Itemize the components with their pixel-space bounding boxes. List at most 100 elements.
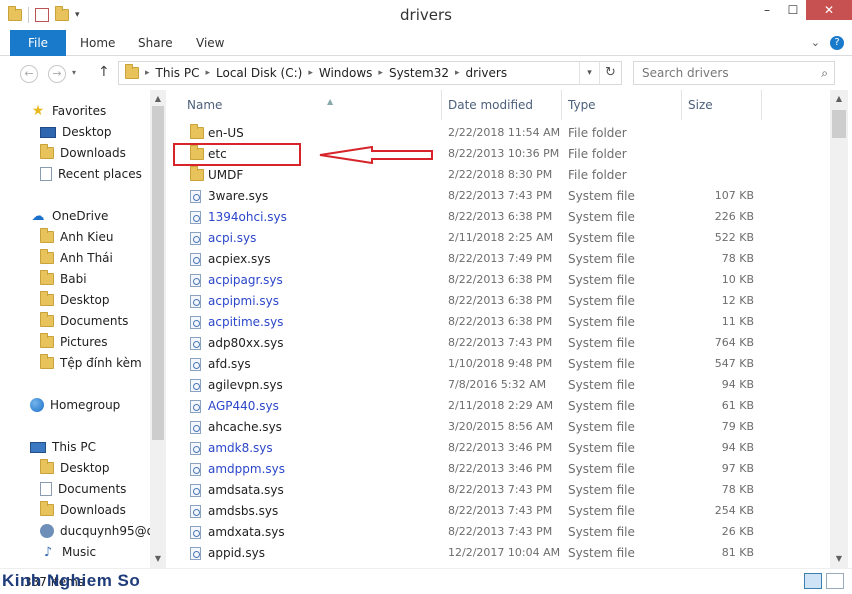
folder-icon bbox=[40, 312, 54, 327]
breadcrumb-system32[interactable]: System32 bbox=[389, 66, 449, 80]
scroll-up-icon[interactable]: ▲ bbox=[150, 94, 166, 103]
recent-locations-icon[interactable]: ▾ bbox=[72, 68, 76, 77]
column-divider[interactable] bbox=[561, 90, 562, 120]
tab-file[interactable]: File bbox=[10, 30, 66, 56]
chevron-down-icon[interactable]: ▾ bbox=[579, 62, 599, 84]
system-file-icon bbox=[190, 463, 201, 476]
table-row[interactable]: agilevpn.sys 7/8/2016 5:32 AM System file 9… bbox=[166, 375, 830, 396]
scroll-thumb[interactable] bbox=[832, 110, 846, 138]
details-view-button[interactable] bbox=[804, 573, 822, 589]
nav-thispc-desktop[interactable]: Desktop bbox=[40, 458, 110, 478]
table-row[interactable]: amdxata.sys 8/22/2013 7:43 PM System file 2… bbox=[166, 522, 830, 543]
column-divider[interactable] bbox=[761, 90, 762, 120]
file-name: 3ware.sys bbox=[208, 189, 269, 203]
tab-view[interactable]: View bbox=[196, 30, 224, 56]
nav-scrollbar[interactable]: ▲ ▼ bbox=[150, 90, 166, 568]
file-date: 8/22/2013 7:49 PM bbox=[448, 252, 553, 265]
nav-favorites-downloads[interactable]: Downloads bbox=[40, 143, 126, 163]
nav-onedrive-babi[interactable]: Babi bbox=[40, 269, 87, 289]
nav-thispc-music[interactable]: ♪ Music bbox=[40, 542, 96, 562]
table-row[interactable]: 3ware.sys 8/22/2013 7:43 PM System file 107… bbox=[166, 186, 830, 207]
nav-onedrive-desktop[interactable]: Desktop bbox=[40, 290, 110, 310]
chevron-right-icon[interactable]: ▸ bbox=[378, 68, 383, 78]
breadcrumb-windows[interactable]: Windows bbox=[319, 66, 373, 80]
close-button[interactable]: ✕ bbox=[806, 0, 852, 20]
tab-home[interactable]: Home bbox=[80, 30, 115, 56]
up-button[interactable]: ↑ bbox=[98, 64, 110, 80]
file-name: afd.sys bbox=[208, 357, 251, 371]
folder-icon bbox=[40, 270, 54, 285]
chevron-right-icon[interactable]: ▸ bbox=[205, 68, 210, 78]
breadcrumb-drivers[interactable]: drivers bbox=[466, 66, 508, 80]
column-divider[interactable] bbox=[681, 90, 682, 120]
table-row[interactable]: acpitime.sys 8/22/2013 6:38 PM System file… bbox=[166, 312, 830, 333]
nav-onedrive[interactable]: ☁ OneDrive bbox=[30, 206, 109, 226]
scroll-up-icon[interactable]: ▲ bbox=[830, 94, 848, 103]
nav-favorites[interactable]: ★ Favorites bbox=[30, 101, 107, 121]
nav-onedrive-attachments[interactable]: Tệp đính kèm bbox=[40, 353, 142, 373]
table-row[interactable]: acpi.sys 2/11/2018 2:25 AM System file 522 … bbox=[166, 228, 830, 249]
table-row[interactable]: amdk8.sys 8/22/2013 3:46 PM System file 94 … bbox=[166, 438, 830, 459]
search-input[interactable]: Search drivers ⌕ bbox=[633, 61, 835, 85]
column-label: Name bbox=[187, 98, 223, 112]
nav-onedrive-anh-thai[interactable]: Anh Thái bbox=[40, 248, 113, 268]
file-type: System file bbox=[568, 546, 635, 560]
forward-button[interactable]: → bbox=[48, 65, 66, 83]
nav-favorites-recent[interactable]: Recent places bbox=[40, 164, 142, 184]
table-row[interactable]: afd.sys 1/10/2018 9:48 PM System file 547 K… bbox=[166, 354, 830, 375]
scroll-thumb[interactable] bbox=[152, 106, 164, 440]
table-row[interactable]: ahcache.sys 3/20/2015 8:56 AM System file 7… bbox=[166, 417, 830, 438]
nav-thispc-user[interactable]: ducquynh95@ou bbox=[40, 521, 162, 541]
scroll-down-icon[interactable]: ▼ bbox=[150, 554, 166, 563]
table-row[interactable]: amdsbs.sys 8/22/2013 7:43 PM System file 25… bbox=[166, 501, 830, 522]
file-type: File folder bbox=[568, 147, 627, 161]
nav-onedrive-anh-kieu[interactable]: Anh Kieu bbox=[40, 227, 113, 247]
file-list-scrollbar[interactable]: ▲ ▼ bbox=[830, 90, 848, 568]
table-row[interactable]: amdppm.sys 8/22/2013 3:46 PM System file 97… bbox=[166, 459, 830, 480]
table-row[interactable]: acpiex.sys 8/22/2013 7:49 PM System file 78… bbox=[166, 249, 830, 270]
breadcrumb-local-disk[interactable]: Local Disk (C:) bbox=[216, 66, 302, 80]
expand-ribbon-icon[interactable]: ⌄ bbox=[811, 36, 820, 50]
status-bar: 337 items Kinh Nghiem So bbox=[0, 568, 852, 594]
large-icons-view-button[interactable] bbox=[826, 573, 844, 589]
nav-this-pc[interactable]: This PC bbox=[30, 437, 96, 457]
nav-homegroup[interactable]: Homegroup bbox=[30, 395, 120, 415]
table-row[interactable]: AGP440.sys 2/11/2018 2:29 AM System file 61… bbox=[166, 396, 830, 417]
nav-onedrive-pictures[interactable]: Pictures bbox=[40, 332, 108, 352]
folder-icon bbox=[40, 291, 54, 306]
table-row[interactable]: acpipagr.sys 8/22/2013 6:38 PM System file… bbox=[166, 270, 830, 291]
breadcrumb-this-pc[interactable]: This PC bbox=[156, 66, 200, 80]
table-row[interactable]: appid.sys 12/2/2017 10:04 AM System file 81… bbox=[166, 543, 830, 564]
search-icon[interactable]: ⌕ bbox=[821, 62, 828, 84]
refresh-icon[interactable]: ↻ bbox=[599, 62, 621, 84]
table-row[interactable]: amdsata.sys 8/22/2013 7:43 PM System file 7… bbox=[166, 480, 830, 501]
nav-thispc-documents[interactable]: Documents bbox=[40, 479, 126, 499]
nav-onedrive-documents[interactable]: Documents bbox=[40, 311, 128, 331]
nav-favorites-desktop[interactable]: Desktop bbox=[40, 122, 112, 142]
back-button[interactable]: ← bbox=[20, 65, 38, 83]
column-header-date[interactable]: Date modified bbox=[448, 90, 533, 120]
system-file-icon bbox=[190, 547, 201, 560]
nav-label: Downloads bbox=[60, 146, 126, 160]
column-header-type[interactable]: Type bbox=[568, 90, 596, 120]
maximize-button[interactable]: ☐ bbox=[780, 0, 806, 20]
scroll-down-icon[interactable]: ▼ bbox=[830, 554, 848, 563]
table-row[interactable]: 1394ohci.sys 8/22/2013 6:38 PM System file… bbox=[166, 207, 830, 228]
folder-icon bbox=[40, 228, 54, 243]
chevron-right-icon[interactable]: ▸ bbox=[308, 68, 313, 78]
help-icon[interactable]: ? bbox=[830, 36, 844, 50]
tab-share[interactable]: Share bbox=[138, 30, 173, 56]
chevron-right-icon[interactable]: ▸ bbox=[145, 68, 150, 78]
table-row[interactable]: acpipmi.sys 8/22/2013 6:38 PM System file 1… bbox=[166, 291, 830, 312]
minimize-button[interactable]: – bbox=[754, 0, 780, 20]
column-divider[interactable] bbox=[441, 90, 442, 120]
address-bar[interactable]: ▸ This PC ▸ Local Disk (C:) ▸ Windows ▸ … bbox=[118, 61, 622, 85]
column-header-size[interactable]: Size bbox=[688, 90, 713, 120]
file-size: 61 KB bbox=[721, 399, 754, 412]
table-row[interactable]: en-US 2/22/2018 11:54 AM File folder bbox=[166, 123, 830, 144]
column-header-name[interactable]: Name ▲ bbox=[187, 90, 333, 120]
nav-thispc-downloads[interactable]: Downloads bbox=[40, 500, 126, 520]
chevron-right-icon[interactable]: ▸ bbox=[455, 68, 460, 78]
table-row[interactable]: UMDF 2/22/2018 8:30 PM File folder bbox=[166, 165, 830, 186]
table-row[interactable]: adp80xx.sys 8/22/2013 7:43 PM System file 7… bbox=[166, 333, 830, 354]
